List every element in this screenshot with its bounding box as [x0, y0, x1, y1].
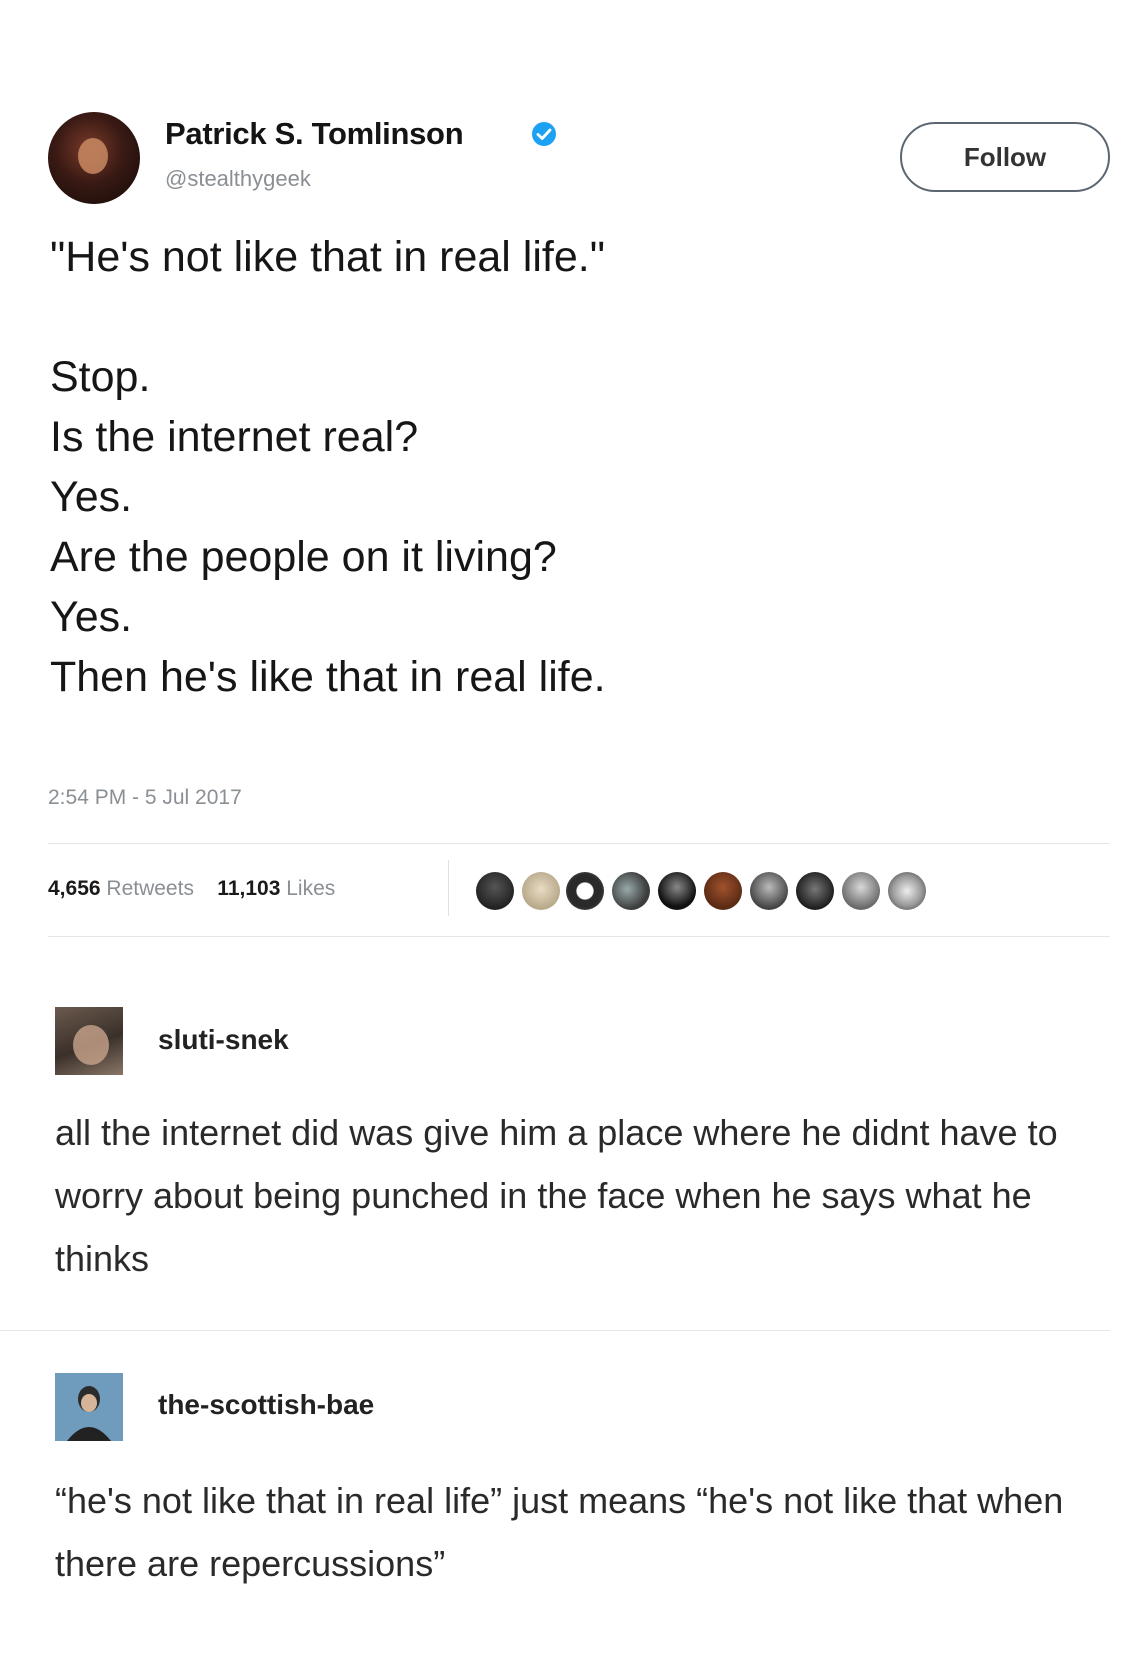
tweet-card: Patrick S. Tomlinson @stealthygeek Follo… [0, 0, 1125, 940]
liker-avatar[interactable] [658, 872, 696, 910]
author-name[interactable]: Patrick S. Tomlinson [165, 116, 464, 152]
retweets-label[interactable]: Retweets [106, 877, 194, 900]
divider [0, 1330, 1110, 1331]
post-text: “he's not like that in real life” just m… [55, 1480, 1064, 1584]
liker-avatar[interactable] [750, 872, 788, 910]
verified-badge-icon [532, 122, 556, 146]
retweets-count[interactable]: 4,656 [48, 877, 101, 900]
tweet-text-line: "He's not like that in real life." [50, 233, 605, 281]
tweet-text-line: Yes. [50, 473, 133, 521]
engagement-stats: 4,656 Retweets 11,103 Likes [48, 877, 335, 901]
follow-button[interactable]: Follow [900, 122, 1110, 192]
likes-count[interactable]: 11,103 [217, 877, 280, 900]
liker-avatar[interactable] [476, 872, 514, 910]
tweet-text-line: Is the internet real? [50, 413, 419, 461]
user-avatar[interactable] [55, 1007, 123, 1075]
likes-label[interactable]: Likes [286, 877, 335, 900]
liker-avatar[interactable] [796, 872, 834, 910]
tweet-text-line: Then he's like that in real life. [50, 653, 606, 701]
post-username[interactable]: the-scottish-bae [158, 1389, 374, 1421]
divider [48, 843, 1110, 844]
tweet-timestamp[interactable]: 2:54 PM - 5 Jul 2017 [48, 786, 242, 810]
liker-avatar[interactable] [612, 872, 650, 910]
tweet-text-line: Yes. [50, 593, 133, 641]
user-avatar[interactable] [55, 1373, 123, 1441]
author-handle[interactable]: @stealthygeek [165, 166, 311, 192]
liker-avatar[interactable] [888, 872, 926, 910]
tweet-text-line: Stop. [50, 353, 151, 401]
post-username[interactable]: sluti-snek [158, 1024, 289, 1056]
liker-avatar[interactable] [704, 872, 742, 910]
tweet-text-line: Are the people on it living? [50, 533, 557, 581]
post-text: all the internet did was give him a plac… [55, 1112, 1058, 1279]
liker-avatar[interactable] [566, 872, 604, 910]
liker-avatar[interactable] [522, 872, 560, 910]
divider [48, 936, 1110, 937]
stats-separator [448, 860, 449, 916]
liker-avatar[interactable] [842, 872, 880, 910]
author-avatar[interactable] [48, 112, 140, 204]
